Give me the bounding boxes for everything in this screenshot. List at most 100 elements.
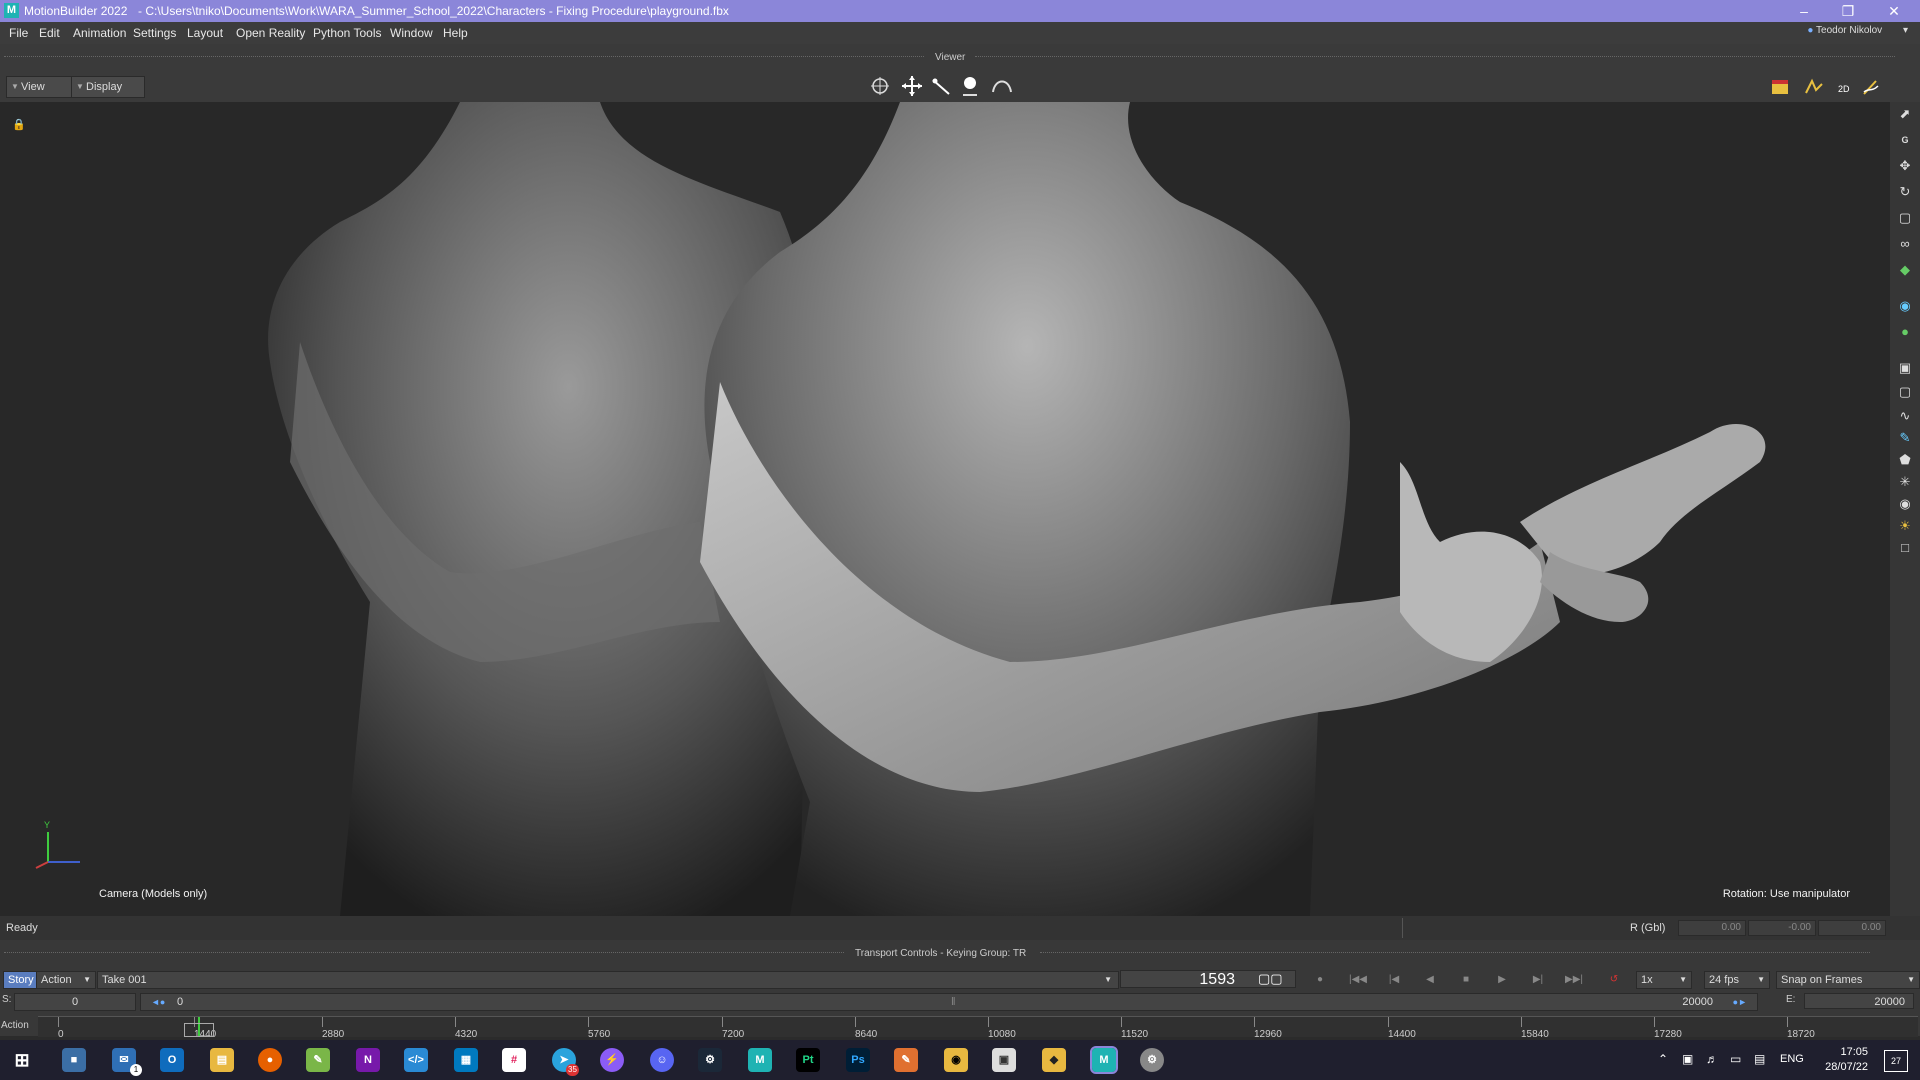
- cube-icon[interactable]: ▣: [1897, 360, 1913, 376]
- prev-key-button[interactable]: |◀: [1384, 972, 1404, 988]
- frame-icon[interactable]: □: [1897, 540, 1913, 556]
- clapboard-icon[interactable]: [1771, 78, 1789, 96]
- network-icon[interactable]: ▤: [1754, 1052, 1765, 1066]
- menu-help[interactable]: Help: [443, 26, 468, 40]
- next-key-button[interactable]: ▶|: [1528, 972, 1548, 988]
- key-icon[interactable]: ◆: [1897, 262, 1913, 278]
- orbit-tool-icon[interactable]: [868, 74, 892, 98]
- volume-icon[interactable]: ♬: [1706, 1052, 1718, 1066]
- windows-start-icon[interactable]: ⊞: [10, 1048, 34, 1072]
- files-icon[interactable]: ■: [62, 1048, 86, 1072]
- motionbuilder-icon[interactable]: M: [748, 1048, 772, 1072]
- curves-icon[interactable]: [1805, 78, 1823, 96]
- cube-alt-icon[interactable]: ▢: [1897, 384, 1913, 400]
- gbl-icon[interactable]: G: [1897, 132, 1913, 148]
- action-select[interactable]: Action ▼: [36, 971, 96, 989]
- restore-button[interactable]: ❐: [1828, 0, 1868, 22]
- language-indicator[interactable]: ENG: [1780, 1053, 1804, 1065]
- select-arrow-icon[interactable]: ⬈: [1897, 106, 1913, 122]
- view-menu-button[interactable]: ▼ View: [6, 76, 72, 98]
- range-slider[interactable]: ◄● 0 ‖ 20000 ●►: [140, 993, 1758, 1011]
- coord-mode-label: R (Gbl): [1630, 922, 1666, 934]
- fps-select[interactable]: 24 fps ▼: [1704, 971, 1770, 989]
- move-icon[interactable]: ✥: [1897, 158, 1913, 174]
- tray-chevron-icon[interactable]: ⌃: [1658, 1052, 1668, 1066]
- play-button[interactable]: ▶: [1492, 972, 1512, 988]
- start-frame-field[interactable]: 0: [14, 993, 136, 1011]
- settings-gear-icon[interactable]: ⚙: [1140, 1048, 1164, 1072]
- stop-button[interactable]: ■: [1456, 972, 1476, 988]
- speed-select[interactable]: 1x ▼: [1636, 971, 1692, 989]
- slack-icon[interactable]: #: [502, 1048, 526, 1072]
- trello-icon[interactable]: ▦: [454, 1048, 478, 1072]
- sphere-icon[interactable]: ●: [1897, 324, 1913, 340]
- pen-icon[interactable]: ✎: [1897, 430, 1913, 446]
- end-frame-field[interactable]: 20000: [1804, 993, 1914, 1009]
- goto-start-button[interactable]: |◀◀: [1348, 972, 1368, 988]
- git-icon[interactable]: ◆: [1042, 1048, 1066, 1072]
- file-explorer-icon[interactable]: ▤: [210, 1048, 234, 1072]
- firefox-icon[interactable]: ●: [258, 1048, 282, 1072]
- pycharm-icon[interactable]: Pt: [796, 1048, 820, 1072]
- rotate-tool-icon[interactable]: [930, 74, 954, 98]
- playhead-box[interactable]: [184, 1023, 214, 1037]
- onenote-icon[interactable]: N: [356, 1048, 380, 1072]
- notifications-icon[interactable]: 27: [1884, 1050, 1908, 1072]
- record-button[interactable]: ●: [1310, 972, 1330, 988]
- lock-icon[interactable]: 🔒: [12, 118, 26, 131]
- messenger-icon[interactable]: ⚡: [600, 1048, 624, 1072]
- marker-icon[interactable]: ◉: [1897, 496, 1913, 512]
- curve-tool-icon[interactable]: [990, 74, 1014, 98]
- tick-label: 0: [58, 1029, 64, 1040]
- scale-icon[interactable]: ▢: [1897, 210, 1913, 226]
- photoshop-icon[interactable]: Ps: [846, 1048, 870, 1072]
- timeline-ruler[interactable]: 0 1440 2880 4320 5760 7200 8640 10080 11…: [38, 1016, 1918, 1040]
- goto-end-button[interactable]: ▶▶|: [1564, 972, 1584, 988]
- menu-layout[interactable]: Layout: [187, 26, 223, 40]
- user-account[interactable]: ● Teodor Nikolov ▾: [1807, 25, 1908, 36]
- y-coord-field[interactable]: -0.00: [1748, 920, 1816, 936]
- motionbuilder-active-icon[interactable]: M: [1090, 1046, 1118, 1074]
- notepad-icon[interactable]: ✎: [306, 1048, 330, 1072]
- menu-open-reality[interactable]: Open Reality: [236, 26, 305, 40]
- range-handle[interactable]: ‖: [951, 994, 956, 1010]
- outlook-icon[interactable]: O: [160, 1048, 184, 1072]
- snap-select[interactable]: Snap on Frames ▼: [1776, 971, 1920, 989]
- battery-icon[interactable]: ▭: [1730, 1052, 1741, 1066]
- menu-animation[interactable]: Animation: [73, 26, 126, 40]
- menu-file[interactable]: File: [9, 26, 28, 40]
- clock[interactable]: 17:05 28/07/22: [1825, 1045, 1868, 1075]
- light-icon[interactable]: ☀: [1897, 518, 1913, 534]
- rotate-icon[interactable]: ↻: [1897, 184, 1913, 200]
- x-coord-field[interactable]: 0.00: [1678, 920, 1746, 936]
- 3d-viewport[interactable]: 🔒 Y Camera (Models only) Rotation: Use m…: [0, 102, 1890, 916]
- story-tab[interactable]: Story: [3, 971, 37, 989]
- blender-icon[interactable]: ◉: [944, 1048, 968, 1072]
- menu-window[interactable]: Window: [390, 26, 433, 40]
- menu-edit[interactable]: Edit: [39, 26, 60, 40]
- star-icon[interactable]: ✳: [1897, 474, 1913, 490]
- loop-icon[interactable]: ↺: [1604, 972, 1624, 988]
- globe-icon[interactable]: ◉: [1897, 298, 1913, 314]
- close-button[interactable]: ✕: [1874, 0, 1914, 22]
- play-reverse-button[interactable]: ◀: [1420, 972, 1440, 988]
- tray-app-icon[interactable]: ▣: [1682, 1052, 1693, 1066]
- steam-icon[interactable]: ⚙: [698, 1048, 722, 1072]
- menu-python-tools[interactable]: Python Tools: [313, 26, 382, 40]
- camera-2d-icon[interactable]: 2D: [1836, 78, 1854, 96]
- z-coord-field[interactable]: 0.00: [1818, 920, 1886, 936]
- discord-icon[interactable]: ☺: [650, 1048, 674, 1072]
- brush-icon[interactable]: [1862, 78, 1880, 96]
- vscode-icon[interactable]: </>: [404, 1048, 428, 1072]
- translate-tool-icon[interactable]: [900, 74, 924, 98]
- scale-tool-icon[interactable]: [958, 74, 982, 98]
- display-menu-button[interactable]: ▼ Display: [71, 76, 145, 98]
- minimize-button[interactable]: –: [1784, 0, 1824, 22]
- krita-icon[interactable]: ✎: [894, 1048, 918, 1072]
- shape-icon[interactable]: ⬟: [1897, 452, 1913, 468]
- menu-settings[interactable]: Settings: [133, 26, 176, 40]
- remote-desktop-icon[interactable]: ▣: [992, 1048, 1016, 1072]
- curve-icon[interactable]: ∿: [1897, 408, 1913, 424]
- take-select[interactable]: Take 001 ▼: [97, 971, 1119, 989]
- link-icon[interactable]: ∞: [1897, 236, 1913, 252]
